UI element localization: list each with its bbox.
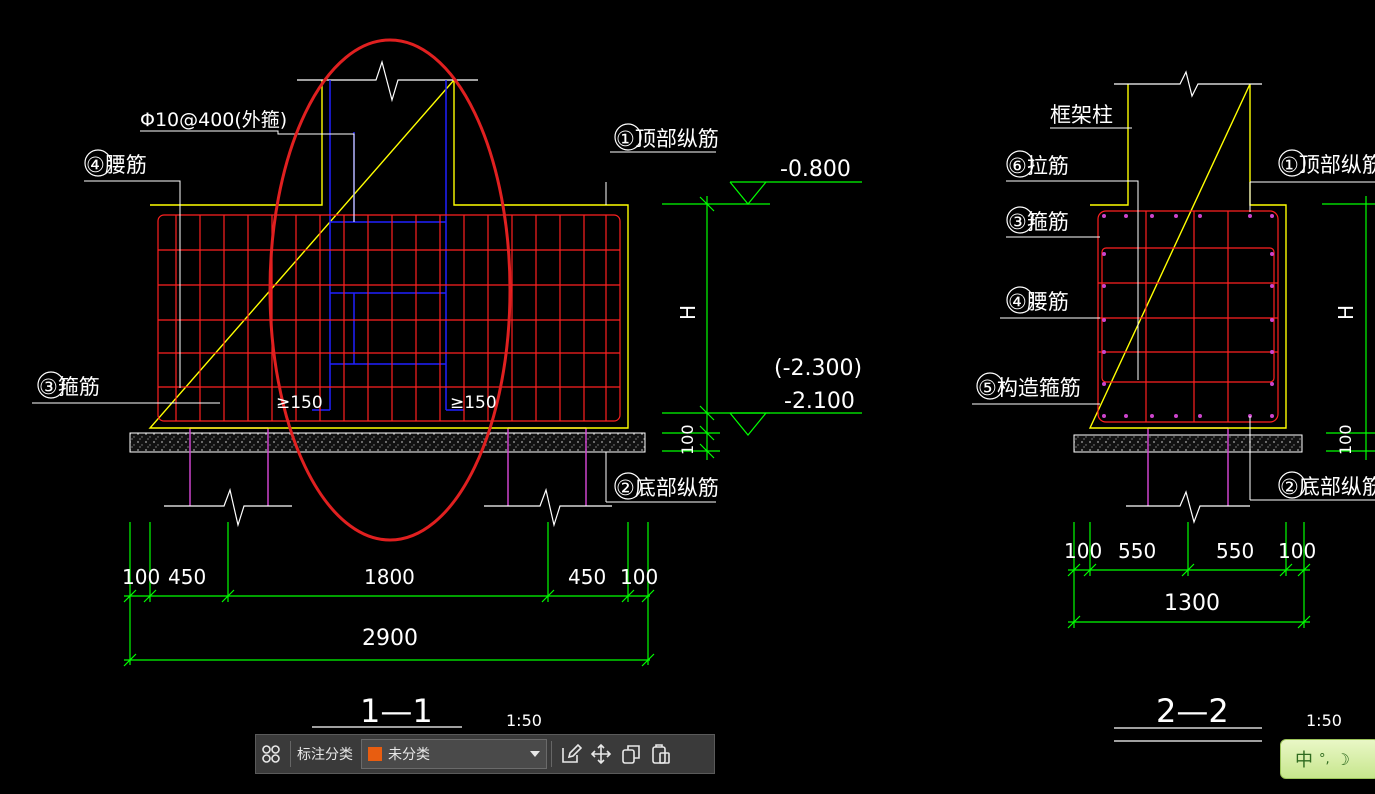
side-dim-100-2: 100: [1336, 424, 1355, 455]
dim-1800: 1800: [364, 565, 415, 589]
rebar-cage-2: [1097, 210, 1279, 423]
dim-450-left: 450: [168, 565, 206, 589]
scale-1: 1:50: [506, 711, 542, 730]
dim-100-right-2: 100: [1278, 539, 1316, 563]
section-title-2-2: 2—2: [1156, 692, 1229, 730]
elevation-paren: (-2.300): [774, 356, 862, 381]
waist-rebar-label: ④腰筋: [86, 153, 147, 177]
dim-550-right: 550: [1216, 539, 1254, 563]
cad-drawing-canvas[interactable]: Φ10@400(外箍) ④腰筋 ③箍筋 ①顶部纵筋 ②底部纵筋 -0.800 (…: [0, 0, 1375, 794]
ime-punctuation[interactable]: °,: [1319, 752, 1330, 767]
dim-100-left-2: 100: [1064, 539, 1102, 563]
ime-status-bar[interactable]: 中 °, ☽: [1280, 739, 1375, 779]
tie-rebar-label: ⑥拉筋: [1008, 154, 1069, 178]
ime-language[interactable]: 中: [1295, 746, 1313, 772]
stirrup-spec-text: Φ10@400(外箍): [140, 109, 287, 131]
moon-icon[interactable]: ☽: [1336, 750, 1350, 769]
beam-outline: [148, 78, 629, 429]
dim-100-left: 100: [122, 565, 160, 589]
category-color-swatch: [368, 747, 382, 761]
bottom-rebar-label-2: ②底部纵筋: [1280, 475, 1375, 499]
top-rebar-label: ①顶部纵筋: [616, 127, 719, 151]
top-rebar-label-2: ①顶部纵筋: [1280, 153, 1375, 177]
frame-column-label: 框架柱: [1050, 103, 1113, 127]
height-label: H: [676, 305, 700, 320]
column-break-line-2: [1114, 70, 1262, 98]
chevron-down-icon: [530, 751, 540, 757]
stirrup-label-2: ③箍筋: [1008, 210, 1069, 234]
grid-icon[interactable]: [256, 739, 286, 769]
stirrup-label: ③箍筋: [39, 375, 100, 399]
copy-icon[interactable]: [616, 739, 646, 769]
ge150-right: ≥150: [450, 393, 497, 413]
section-2-2: 框架柱 ⑥拉筋 ③箍筋 ④腰筋 ⑤构造箍筋 ①顶部纵筋 ②底部纵筋 H 100 …: [972, 70, 1375, 742]
toolbar-divider: [290, 741, 291, 767]
dim-450-right: 450: [568, 565, 606, 589]
waist-rebar-label-2: ④腰筋: [1008, 290, 1069, 314]
constructional-stirrup-label: ⑤构造箍筋: [978, 376, 1081, 400]
toolbar-divider: [551, 741, 552, 767]
dim-marks-2: [1067, 196, 1375, 629]
ge150-left: ≥150: [276, 393, 323, 413]
section-title-1-1: 1—1: [360, 692, 433, 730]
red-markup-ellipse[interactable]: [268, 38, 512, 542]
move-icon[interactable]: [586, 739, 616, 769]
edit-icon[interactable]: [556, 739, 586, 769]
category-label: 标注分类: [297, 747, 353, 763]
section-1-1: Φ10@400(外箍) ④腰筋 ③箍筋 ①顶部纵筋 ②底部纵筋 -0.800 (…: [32, 38, 862, 730]
elevation-bottom: -2.100: [784, 389, 855, 414]
beam-outline-2: [1088, 83, 1287, 429]
break-line-right: [484, 487, 612, 528]
annotation-toolbar: 标注分类 未分类: [255, 734, 715, 774]
dim-total-1300: 1300: [1164, 591, 1220, 616]
rebar-cage: [157, 214, 621, 422]
scale-2: 1:50: [1306, 711, 1342, 730]
side-dim-100: 100: [678, 424, 697, 455]
gravel-bed-1: [129, 432, 646, 453]
elevation-marks-1: [662, 181, 862, 460]
bottom-rebar-label: ②底部纵筋: [616, 476, 719, 500]
dim-550-left: 550: [1118, 539, 1156, 563]
break-line-2: [1126, 490, 1250, 524]
gravel-bed-2: [1073, 434, 1303, 453]
rebar-dots-2: [1102, 214, 1274, 418]
dim-total-2900: 2900: [362, 626, 418, 651]
paste-icon[interactable]: [646, 739, 676, 769]
break-line-left: [164, 487, 292, 528]
category-dropdown[interactable]: 未分类: [361, 739, 547, 769]
column-rebar: [312, 80, 464, 411]
category-selected-value: 未分类: [388, 747, 430, 763]
height-label-2: H: [1334, 305, 1358, 320]
elevation-top: -0.800: [780, 157, 851, 182]
dim-100-right: 100: [620, 565, 658, 589]
